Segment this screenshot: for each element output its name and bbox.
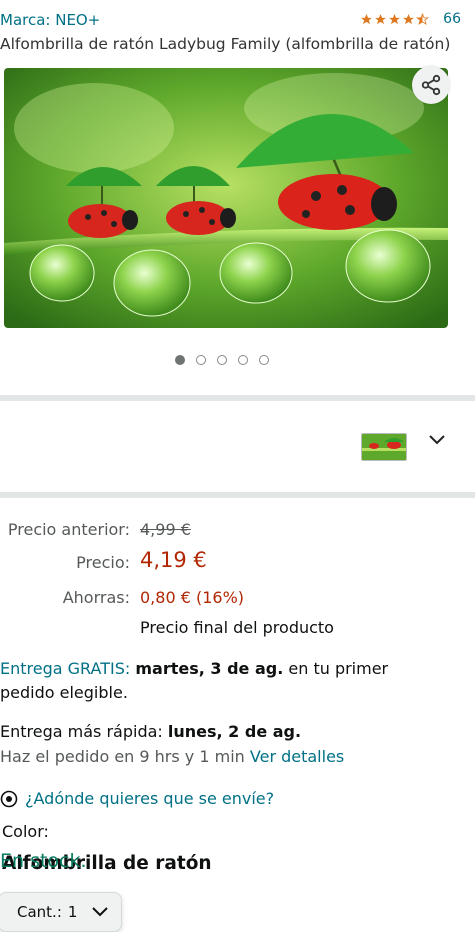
brand-link[interactable]: Marca: NEO+ (0, 11, 100, 29)
details-link[interactable]: Ver detalles (250, 747, 344, 766)
color-selector[interactable]: Color: Alfombrilla de ratón (0, 402, 475, 874)
previous-price: 4,99 € (140, 520, 191, 539)
quantity-select[interactable]: Cant.: 1 (0, 892, 122, 932)
fast-delivery-label: Entrega más rápida: (0, 722, 163, 741)
product-title: Alfombrilla de ratón Ladybug Family (alf… (0, 35, 451, 53)
product-image[interactable] (4, 68, 448, 328)
star-icon (375, 13, 387, 24)
free-delivery-suffix: en tu primer (288, 659, 389, 678)
location-pin-icon (0, 790, 18, 807)
savings-label: Ahorras: (62, 588, 130, 607)
free-delivery-label[interactable]: Entrega GRATIS: (0, 659, 130, 678)
price-value: 4,19 € (140, 548, 207, 572)
fast-delivery-info: Entrega más rápida: lunes, 2 de ag. (0, 722, 301, 741)
location-link[interactable]: ¿Adónde quieres que se envíe? (25, 789, 274, 808)
carousel-dot[interactable] (238, 355, 248, 365)
color-label: Color: (2, 822, 49, 841)
section-divider (0, 395, 475, 401)
carousel-dot[interactable] (175, 355, 185, 365)
previous-price-label: Precio anterior: (7, 520, 130, 539)
chevron-down-icon[interactable] (427, 432, 447, 448)
order-within-text: Haz el pedido en 9 hrs y 1 min (0, 747, 245, 766)
rating[interactable]: 66 (360, 11, 461, 27)
carousel-indicator[interactable] (175, 355, 269, 365)
order-countdown: Haz el pedido en 9 hrs y 1 min Ver detal… (0, 747, 344, 766)
star-icon (361, 13, 373, 24)
star-icon (403, 13, 415, 24)
share-button[interactable] (412, 66, 450, 104)
chevron-down-icon (92, 907, 109, 917)
half-star-icon (416, 12, 430, 25)
quantity-value: 1 (67, 903, 78, 921)
section-divider (0, 492, 475, 498)
final-price-note: Precio final del producto (140, 618, 334, 637)
stock-status: En stock. (0, 850, 87, 872)
free-delivery-line2: pedido elegible. (0, 683, 128, 702)
rating-count[interactable]: 66 (443, 11, 461, 27)
free-delivery-date: martes, 3 de ag. (135, 659, 284, 678)
delivery-location[interactable]: ¿Adónde quieres que se envíe? (0, 789, 274, 808)
fast-delivery-date: lunes, 2 de ag. (167, 722, 302, 741)
star-icon (389, 13, 401, 24)
savings-value: 0,80 € (16%) (140, 588, 245, 607)
price-label: Precio: (76, 553, 130, 572)
star-rating (360, 12, 430, 26)
ladybug-mousepad-image (4, 68, 448, 328)
carousel-dot[interactable] (196, 355, 206, 365)
free-delivery-info: Entrega GRATIS: martes, 3 de ag. en tu p… (0, 657, 472, 705)
swatch-thumbnail (362, 434, 406, 460)
color-swatch[interactable] (361, 433, 407, 461)
carousel-dot[interactable] (217, 355, 227, 365)
share-icon (421, 74, 441, 96)
carousel-dot[interactable] (259, 355, 269, 365)
quantity-label: Cant.: (17, 903, 62, 921)
